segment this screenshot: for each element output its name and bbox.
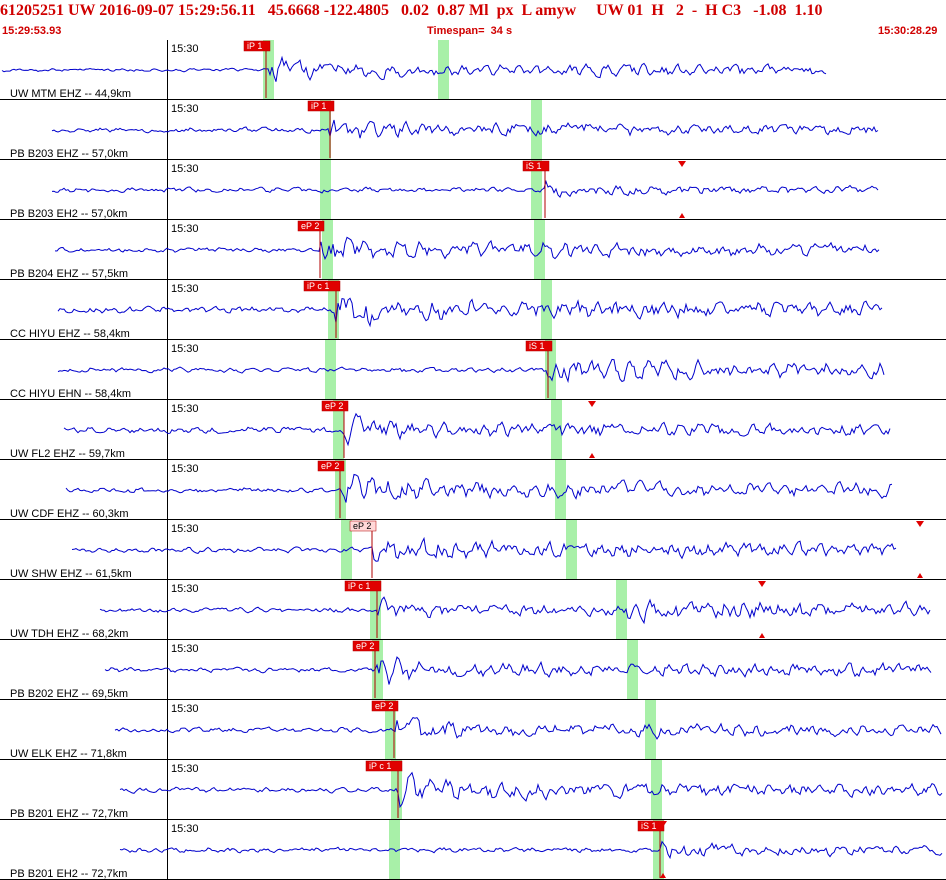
trace-row[interactable]: 15:30 eP 2 UW FL2 EHZ -- 59,7km bbox=[0, 400, 946, 460]
pick-label: eP 2 bbox=[301, 221, 319, 231]
trace-row[interactable]: 15:30 eP 2 PB B202 EHZ -- 69,5km bbox=[0, 640, 946, 700]
pick-label: eP 2 bbox=[375, 701, 393, 711]
waveform bbox=[63, 412, 891, 447]
time-tick-label: 15:30 bbox=[171, 283, 199, 295]
pick-label: eP 2 bbox=[321, 461, 339, 471]
waveform bbox=[104, 656, 932, 685]
pick-label: iP c 1 bbox=[307, 281, 329, 291]
window-band bbox=[541, 280, 552, 340]
trace-row[interactable]: 15:30 iP 1 UW MTM EHZ -- 44,9km bbox=[0, 40, 946, 100]
waveform bbox=[57, 358, 885, 384]
time-tick-label: 15:30 bbox=[171, 163, 199, 175]
time-tick-label: 15:30 bbox=[171, 643, 199, 655]
time-tick-label: 15:30 bbox=[171, 43, 199, 55]
pick-label: eP 2 bbox=[325, 401, 343, 411]
waveform bbox=[119, 771, 943, 809]
time-tick-label: 15:30 bbox=[171, 583, 199, 595]
waveform bbox=[1, 55, 827, 82]
station-label: UW CDF EHZ -- 60,3km bbox=[10, 508, 129, 520]
arrival-marker-bottom bbox=[679, 213, 685, 218]
window-band bbox=[555, 460, 566, 520]
waveform bbox=[119, 840, 943, 860]
event-header: 61205251 UW 2016-09-07 15:29:56.11 45.66… bbox=[0, 0, 946, 40]
window-band bbox=[566, 520, 577, 580]
time-tick-label: 15:30 bbox=[171, 823, 199, 835]
station-label: PB B201 EHZ -- 72,7km bbox=[10, 808, 128, 820]
station-label: UW ELK EHZ -- 71,8km bbox=[10, 748, 127, 760]
station-label: UW SHW EHZ -- 61,5km bbox=[10, 568, 132, 580]
waveform bbox=[71, 536, 897, 562]
station-label: PB B204 EHZ -- 57,5km bbox=[10, 268, 128, 280]
waveform bbox=[114, 717, 942, 740]
trace-row[interactable]: 15:30 eP 2 UW SHW EHZ -- 61,5km bbox=[0, 520, 946, 580]
seismogram-panel[interactable]: 15:30 iP 1 UW MTM EHZ -- 44,9km 15:30 iP 1 PB… bbox=[0, 40, 946, 880]
trace-row[interactable]: 15:30 iP c 1 CC HIYU EHZ -- 58,4km bbox=[0, 280, 946, 340]
waveform bbox=[57, 297, 883, 328]
trace-row[interactable]: 15:30 iS 1 PB B203 EH2 -- 57,0km bbox=[0, 160, 946, 220]
pick-label: iP 1 bbox=[247, 41, 262, 51]
trace-row[interactable]: 15:30 eP 2 UW ELK EHZ -- 71,8km bbox=[0, 700, 946, 760]
trace-row[interactable]: 15:30 iP 1 PB B203 EHZ -- 57,0km bbox=[0, 100, 946, 160]
time-tick-label: 15:30 bbox=[171, 223, 199, 235]
trace-row[interactable]: 15:30 iS 1 PB B201 EH2 -- 72,7km bbox=[0, 820, 946, 880]
pick-label: iS 1 bbox=[641, 821, 657, 831]
waveform bbox=[54, 236, 880, 260]
station-label: UW MTM EHZ -- 44,9km bbox=[10, 88, 131, 100]
pick-label: iP c 1 bbox=[369, 761, 391, 771]
arrival-marker-top bbox=[678, 161, 686, 167]
time-tick-label: 15:30 bbox=[171, 763, 199, 775]
pick-label: iS 1 bbox=[529, 341, 545, 351]
trace-row[interactable]: 15:30 iP c 1 UW TDH EHZ -- 68,2km bbox=[0, 580, 946, 640]
station-label: UW FL2 EHZ -- 59,7km bbox=[10, 448, 125, 460]
arrival-marker-bottom bbox=[589, 453, 595, 458]
trace-row[interactable]: 15:30 iS 1 CC HIYU EHN -- 58,4km bbox=[0, 340, 946, 400]
event-summary-line: 61205251 UW 2016-09-07 15:29:56.11 45.66… bbox=[0, 2, 823, 19]
trace-row[interactable]: 15:30 iP c 1 PB B201 EHZ -- 72,7km bbox=[0, 760, 946, 820]
waveform bbox=[99, 596, 931, 625]
arrival-marker-top bbox=[758, 581, 766, 587]
station-label: PB B201 EH2 -- 72,7km bbox=[10, 868, 127, 880]
time-tick-label: 15:30 bbox=[171, 703, 199, 715]
time-tick-label: 15:30 bbox=[171, 523, 199, 535]
arrival-marker-bottom bbox=[917, 573, 923, 578]
window-band bbox=[645, 700, 656, 760]
timespan-label: Timespan= 34 s bbox=[427, 25, 513, 37]
pick-label: iP 1 bbox=[311, 101, 326, 111]
seismogram-traces[interactable]: 15:30 iP 1 UW MTM EHZ -- 44,9km 15:30 iP 1 PB… bbox=[0, 40, 946, 880]
station-label: PB B203 EHZ -- 57,0km bbox=[10, 148, 128, 160]
time-tick-label: 15:30 bbox=[171, 343, 199, 355]
station-label: CC HIYU EHN -- 58,4km bbox=[10, 388, 131, 400]
pick-label: iS 1 bbox=[526, 161, 542, 171]
station-label: UW TDH EHZ -- 68,2km bbox=[10, 628, 128, 640]
window-band bbox=[534, 220, 545, 280]
pick-label: eP 2 bbox=[356, 641, 374, 651]
waveform bbox=[51, 119, 879, 139]
trace-row[interactable]: 15:30 eP 2 UW CDF EHZ -- 60,3km bbox=[0, 460, 946, 520]
waveform bbox=[51, 179, 879, 199]
trace-row[interactable]: 15:30 eP 2 PB B204 EHZ -- 57,5km bbox=[0, 220, 946, 280]
window-band bbox=[320, 160, 331, 220]
end-time: 15:30:28.29 bbox=[878, 25, 938, 37]
station-label: PB B202 EHZ -- 69,5km bbox=[10, 688, 128, 700]
arrival-marker-top bbox=[916, 521, 924, 527]
time-tick-label: 15:30 bbox=[171, 103, 199, 115]
window-band bbox=[531, 100, 542, 160]
time-tick-label: 15:30 bbox=[171, 463, 199, 475]
window-band bbox=[438, 40, 449, 100]
arrival-marker-top bbox=[588, 401, 596, 407]
time-tick-label: 15:30 bbox=[171, 403, 199, 415]
start-time: 15:29:53.93 bbox=[2, 25, 62, 37]
station-label: PB B203 EH2 -- 57,0km bbox=[10, 208, 127, 220]
pick-label: iP c 1 bbox=[348, 581, 370, 591]
pick-label: eP 2 bbox=[353, 521, 371, 531]
window-band bbox=[627, 640, 638, 700]
waveform bbox=[65, 473, 893, 503]
station-label: CC HIYU EHZ -- 58,4km bbox=[10, 328, 130, 340]
arrival-marker-bottom bbox=[759, 633, 765, 638]
